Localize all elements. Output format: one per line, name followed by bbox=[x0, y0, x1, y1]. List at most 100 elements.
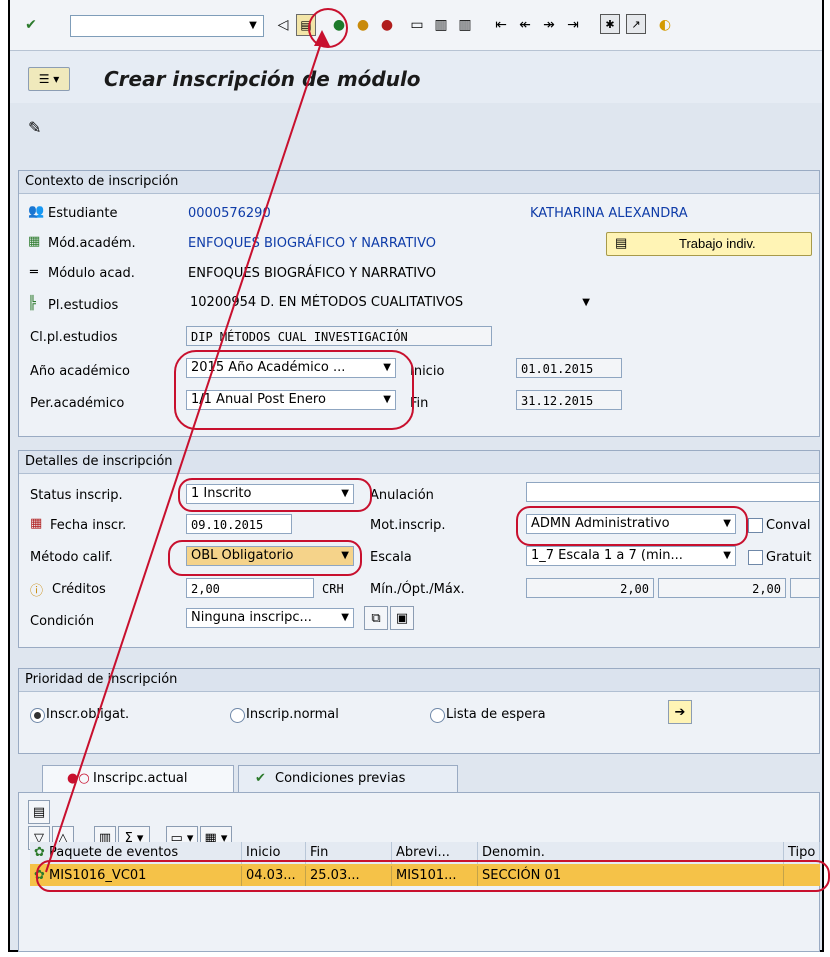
escala-select[interactable]: 1_7 Escala 1 a 7 (min... ▼ bbox=[526, 546, 736, 566]
prioridad-group: Prioridad de inscripción bbox=[18, 668, 820, 754]
col-paquete-label: Paquete de eventos bbox=[49, 845, 179, 860]
fecha-label: Fecha inscr. bbox=[50, 518, 127, 533]
creditos-label: Créditos bbox=[52, 582, 106, 597]
last-page-icon[interactable]: ⇥ bbox=[562, 14, 584, 36]
cancel-icon[interactable]: ● bbox=[376, 14, 398, 36]
mod-academ-label: Mód.académ. bbox=[48, 236, 136, 251]
prev-page-icon[interactable]: ↞ bbox=[514, 14, 536, 36]
pl-estudios-value: 10200954 D. EN MÉTODOS CUALITATIVOS bbox=[190, 295, 464, 310]
condicion-value: Ninguna inscripc... bbox=[191, 610, 312, 625]
annotation-oval-mot bbox=[516, 506, 748, 546]
first-page-icon[interactable]: ⇤ bbox=[490, 14, 512, 36]
annotation-oval-status bbox=[178, 478, 372, 512]
estudiante-name[interactable]: KATHARINA ALEXANDRA bbox=[530, 206, 688, 221]
info-circle-icon: ⓘ bbox=[30, 584, 44, 599]
menu-icon[interactable]: ☰ ▾ bbox=[28, 67, 70, 91]
find-next-icon[interactable]: ▥ bbox=[454, 14, 476, 36]
print-icon[interactable]: ▭ bbox=[406, 14, 428, 36]
condicion-select[interactable]: Ninguna inscripc... ▼ bbox=[186, 608, 354, 628]
gratuit-label: Gratuit bbox=[766, 550, 812, 565]
inicio-field: 01.01.2015 bbox=[516, 358, 622, 378]
detalles-header: Detalles de inscripción bbox=[19, 451, 819, 474]
annotation-oval-row bbox=[36, 860, 830, 892]
annotation-oval-save bbox=[308, 8, 348, 48]
annotation-oval-anio-per bbox=[174, 350, 414, 430]
conval-checkbox[interactable] bbox=[748, 518, 763, 533]
lista-espera-radio[interactable] bbox=[430, 708, 445, 723]
module-grid-icon: ▦ bbox=[28, 234, 41, 249]
minoptmax-label: Mín./Ópt./Máx. bbox=[370, 582, 465, 597]
inscr-obligat-radio[interactable] bbox=[30, 708, 45, 723]
tab-inscripc-actual[interactable]: ●○ Inscripc.actual bbox=[42, 765, 234, 792]
enter-icon[interactable]: ✔ bbox=[20, 14, 42, 36]
trabajo-indiv-label: Trabajo indiv. bbox=[679, 236, 756, 251]
fin-field: 31.12.2015 bbox=[516, 390, 622, 410]
prioridad-header: Prioridad de inscripción bbox=[19, 669, 819, 692]
system-toolbar: ✔ ▼ ◁ ▤ ● ● ● ▭ ▥ ▥ ⇤ ↞ ↠ ⇥ ✱ ↗ ◐ bbox=[10, 0, 822, 51]
find-icon[interactable]: ▥ bbox=[430, 14, 452, 36]
opt-field: 2,00 bbox=[658, 578, 786, 598]
equals-icon: ═ bbox=[30, 265, 38, 280]
escala-value: 1_7 Escala 1 a 7 (min... bbox=[531, 548, 683, 563]
mod-academ-value[interactable]: ENFOQUES BIOGRÁFICO Y NARRATIVO bbox=[188, 236, 436, 251]
cl-pl-estudios-field: DIP MÉTODOS CUAL INVESTIGACIÓN bbox=[186, 326, 492, 346]
tab-condiciones-previas-label: Condiciones previas bbox=[275, 771, 406, 786]
contexto-header: Contexto de inscripción bbox=[19, 171, 819, 194]
escala-label: Escala bbox=[370, 550, 412, 565]
check-icon: ✔ bbox=[255, 771, 266, 786]
chevron-down-icon[interactable]: ▼ bbox=[723, 547, 731, 565]
priority-arrow-icon[interactable]: ➔ bbox=[668, 700, 692, 724]
inscr-obligat-label: Inscr.obligat. bbox=[46, 707, 130, 722]
chevron-down-icon[interactable]: ▼ bbox=[245, 17, 261, 33]
cl-pl-estudios-label: Cl.pl.estudios bbox=[30, 330, 118, 345]
traffic-light-icon: ●○ bbox=[67, 771, 90, 786]
fecha-field[interactable]: 09.10.2015 bbox=[186, 514, 292, 534]
condicion-label: Condición bbox=[30, 614, 95, 629]
gratuit-checkbox[interactable] bbox=[748, 550, 763, 565]
status-label: Status inscrip. bbox=[30, 488, 123, 503]
anulacion-label: Anulación bbox=[370, 488, 434, 503]
creditos-field[interactable]: 2,00 bbox=[186, 578, 314, 598]
condition-copy-icon[interactable]: ⧉ bbox=[364, 606, 388, 630]
pl-estudios-select[interactable]: 10200954 D. EN MÉTODOS CUALITATIVOS ▼ bbox=[186, 294, 594, 314]
chevron-down-icon[interactable]: ▼ bbox=[341, 609, 349, 627]
estudiante-id[interactable]: 0000576290 bbox=[188, 206, 271, 221]
annotation-oval-metodo bbox=[168, 540, 362, 576]
calendar-icon: ▦ bbox=[30, 516, 43, 531]
help-icon[interactable]: ◐ bbox=[654, 14, 676, 36]
per-label: Per.académico bbox=[30, 396, 125, 411]
back-icon[interactable]: ◁ bbox=[272, 14, 294, 36]
inscrip-normal-radio[interactable] bbox=[230, 708, 245, 723]
tab-condiciones-previas[interactable]: ✔ Condiciones previas bbox=[238, 765, 458, 792]
exit-icon[interactable]: ● bbox=[352, 14, 374, 36]
estudiante-label: Estudiante bbox=[48, 206, 118, 221]
lista-espera-label: Lista de espera bbox=[446, 707, 546, 722]
metodo-label: Método calif. bbox=[30, 550, 113, 565]
command-field[interactable]: ▼ bbox=[70, 15, 264, 37]
chevron-down-icon[interactable]: ▼ bbox=[582, 294, 590, 312]
mot-label: Mot.inscrip. bbox=[370, 518, 446, 533]
note-icon: ▤ bbox=[615, 235, 628, 250]
creditos-unit: CRH bbox=[322, 582, 344, 596]
inscrip-normal-label: Inscrip.normal bbox=[246, 707, 339, 722]
edit-pen-icon[interactable]: ✎ bbox=[28, 118, 41, 137]
tab-inscripc-actual-label: Inscripc.actual bbox=[93, 771, 188, 786]
pl-estudios-label: Pl.estudios bbox=[48, 298, 119, 313]
new-session-icon[interactable]: ✱ bbox=[600, 14, 620, 34]
page-title: Crear inscripción de módulo bbox=[104, 67, 421, 91]
conval-label: Conval bbox=[766, 518, 811, 533]
modulo-acad-value: ENFOQUES BIOGRÁFICO Y NARRATIVO bbox=[188, 266, 436, 281]
anulacion-field[interactable] bbox=[526, 482, 820, 502]
condition-detail-icon[interactable]: ▣ bbox=[390, 606, 414, 630]
min-field: 2,00 bbox=[526, 578, 654, 598]
package-icon: ✿ bbox=[34, 845, 45, 860]
trabajo-indiv-button[interactable]: ▤ Trabajo indiv. bbox=[606, 232, 812, 256]
modulo-acad-label: Módulo acad. bbox=[48, 266, 135, 281]
next-page-icon[interactable]: ↠ bbox=[538, 14, 560, 36]
hierarchy-icon: ╠ bbox=[28, 296, 36, 311]
shortcut-icon[interactable]: ↗ bbox=[626, 14, 646, 34]
details-icon[interactable]: ▤ bbox=[28, 800, 50, 824]
anio-label: Año académico bbox=[30, 364, 130, 379]
inicio-label: Inicio bbox=[410, 364, 445, 379]
student-icon: 👥 bbox=[28, 204, 45, 219]
